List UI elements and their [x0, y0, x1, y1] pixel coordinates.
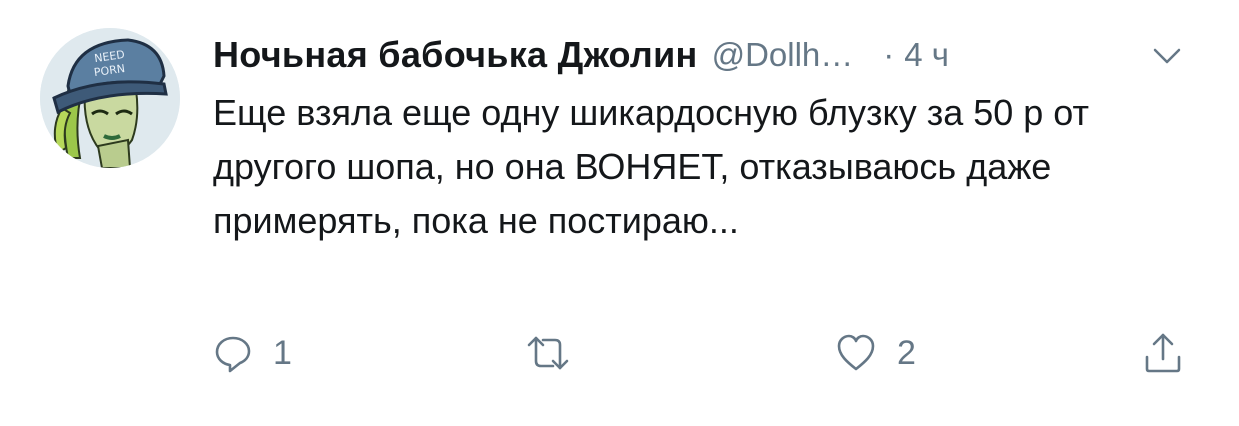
like-button[interactable]: 2 [835, 328, 916, 378]
tweet-text: Еще взяла еще одну шикардосную блузку за… [213, 92, 1090, 241]
tweet-actions: 1 2 [213, 328, 1193, 378]
tweet-menu-button[interactable] [1147, 36, 1187, 76]
share-button[interactable] [1143, 328, 1183, 378]
reply-button[interactable]: 1 [213, 328, 292, 378]
reply-count: 1 [273, 333, 292, 372]
like-count: 2 [897, 333, 916, 372]
reply-icon [215, 336, 251, 373]
chevron-down-icon [1153, 48, 1181, 64]
tweet-timestamp[interactable]: 4 ч [904, 36, 949, 74]
retweet-icon [527, 336, 569, 370]
author-display-name[interactable]: Ночьная бабочька Джолин [213, 34, 698, 76]
avatar[interactable]: NEED PORN [40, 28, 180, 168]
author-handle[interactable]: @Dollh… [712, 36, 854, 74]
tweet-header: Ночьная бабочька Джолин @Dollh… · 4 ч [213, 30, 1199, 80]
heart-icon [837, 334, 875, 371]
tweet-card[interactable]: NEED PORN Ночьная бабочька Джолин @Dollh… [0, 0, 1239, 426]
separator-dot: · [883, 36, 895, 73]
share-icon [1145, 333, 1181, 373]
retweet-button[interactable] [525, 328, 591, 378]
avatar-image: NEED PORN [40, 28, 180, 168]
